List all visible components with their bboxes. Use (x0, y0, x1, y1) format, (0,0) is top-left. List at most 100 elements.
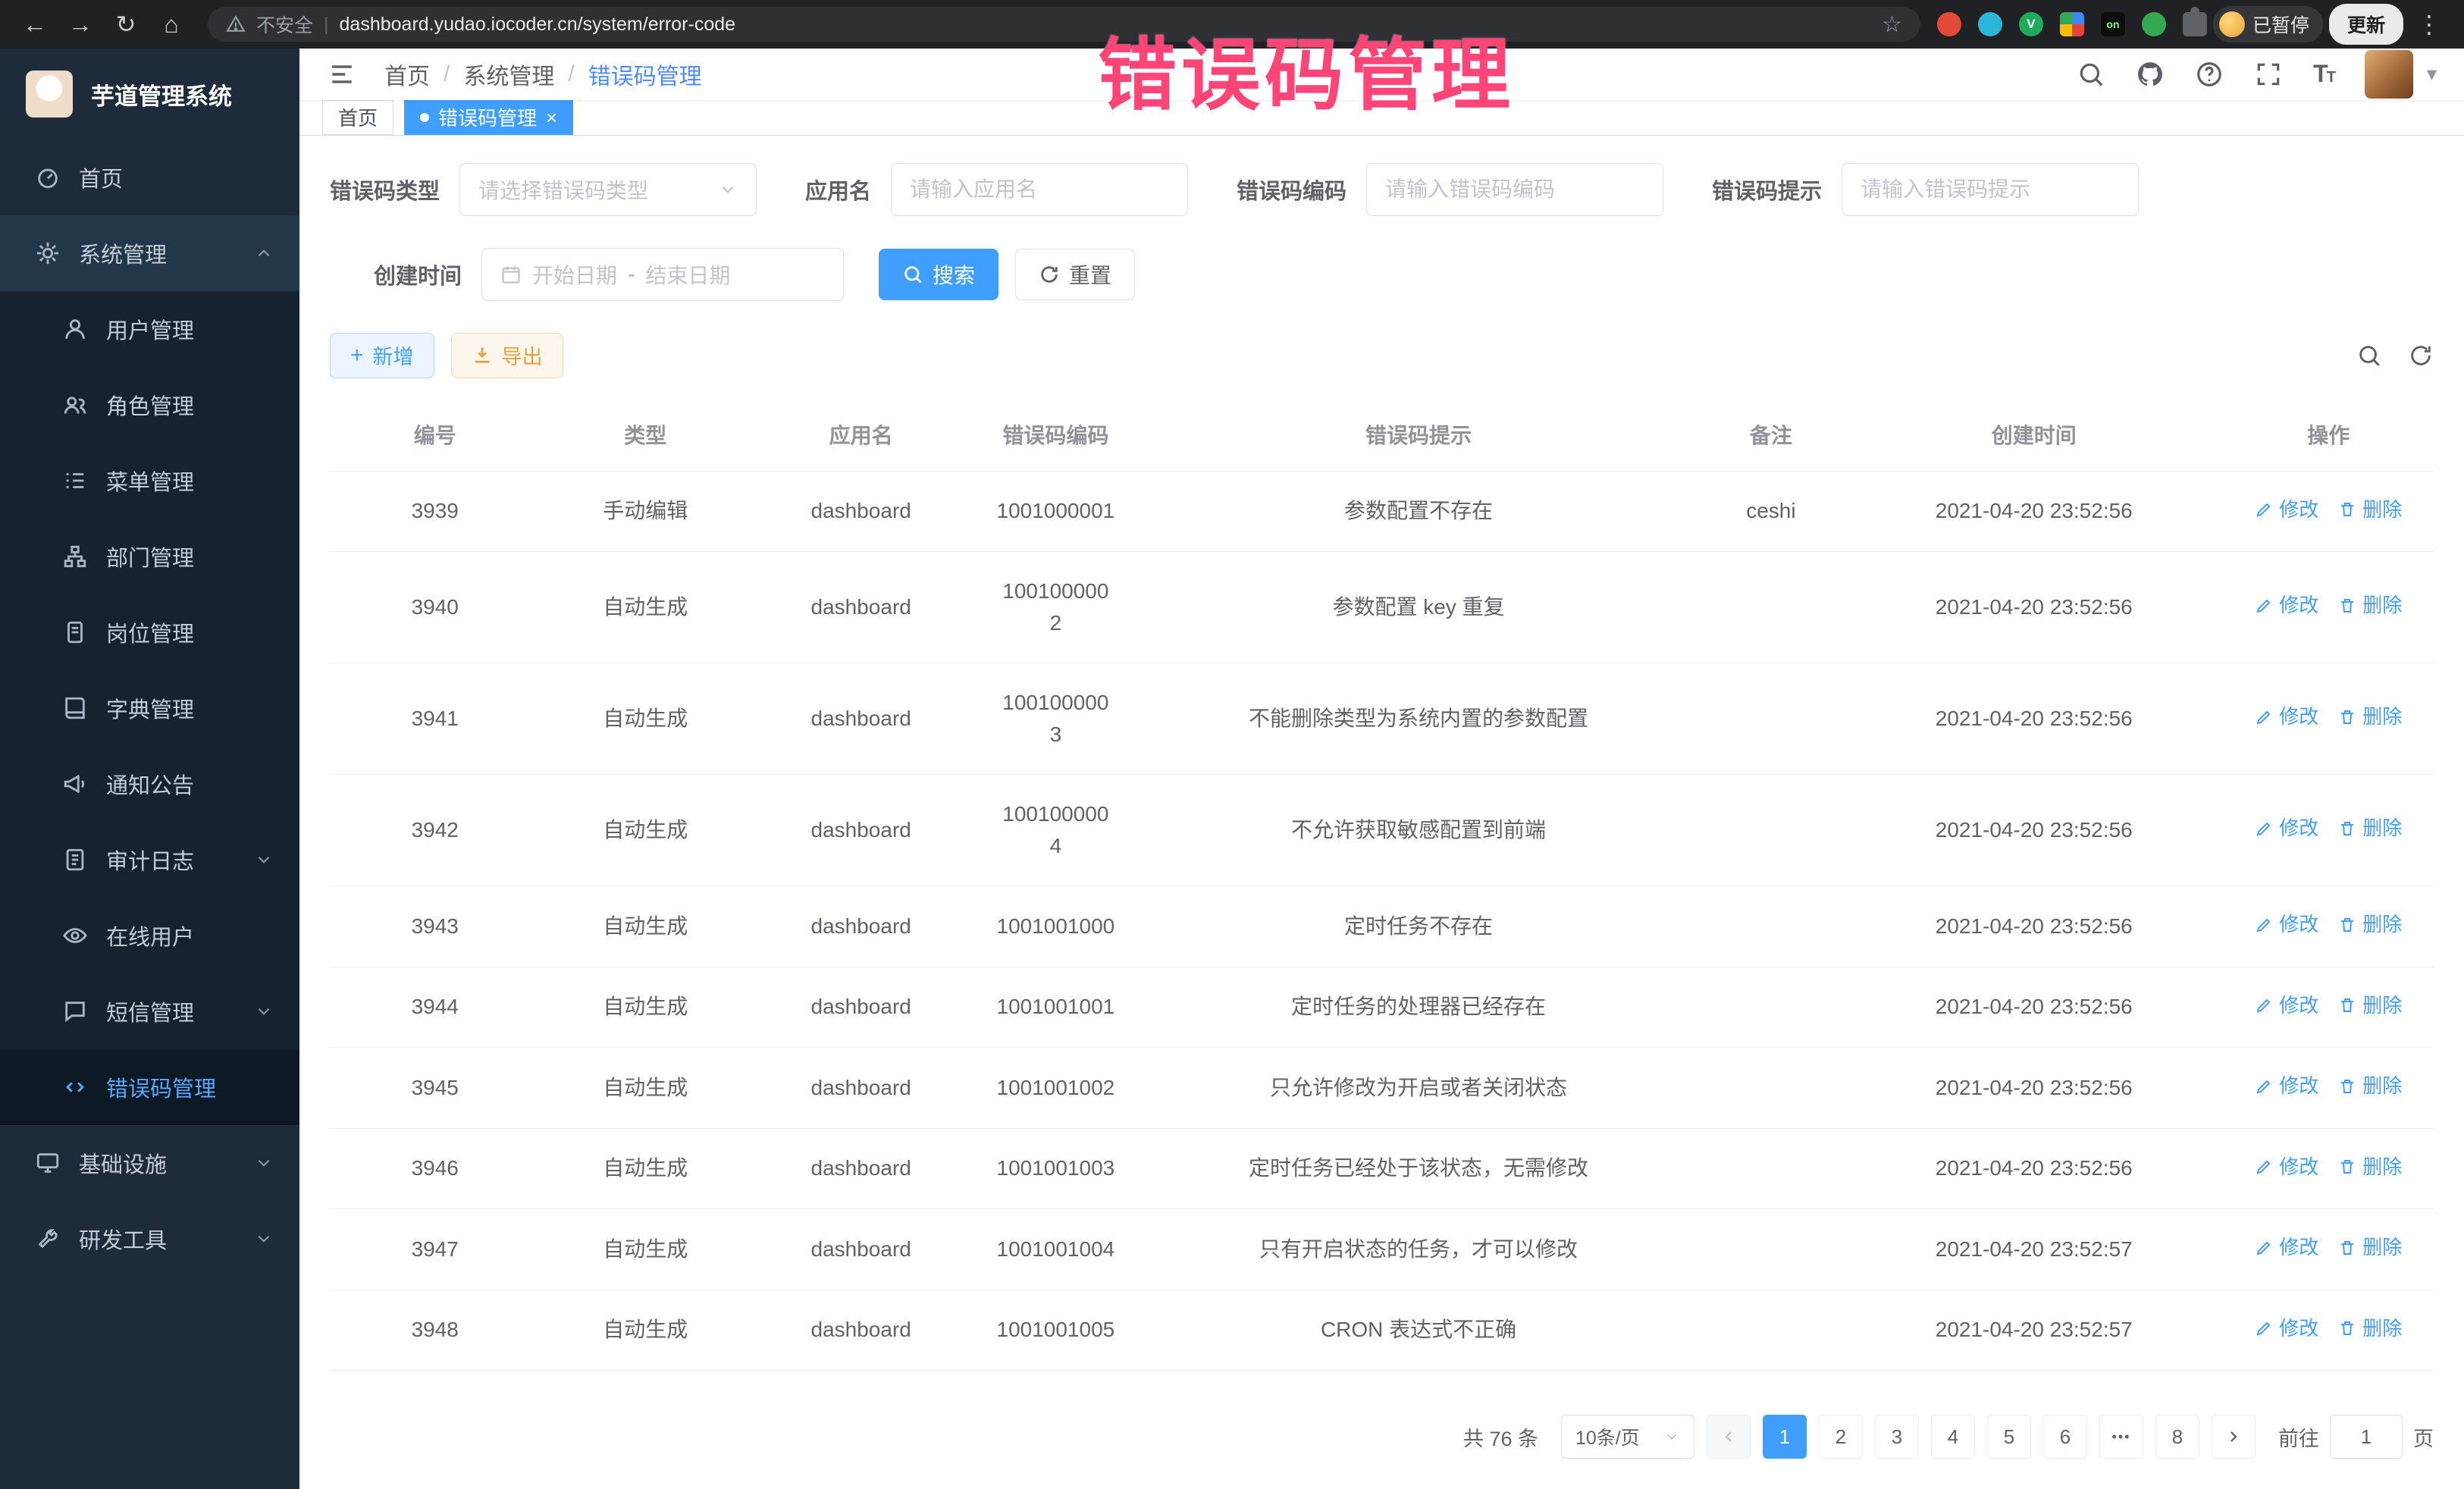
browser-profile-chip[interactable]: 已暂停 (2213, 6, 2323, 42)
trash-icon (2338, 820, 2356, 838)
sidebar-item-dev-tools[interactable]: 研发工具 (0, 1201, 299, 1277)
page-button-2[interactable]: 2 (1819, 1415, 1863, 1459)
download-icon (472, 345, 493, 366)
browser-menu-icon[interactable]: ⋮ (2409, 10, 2449, 39)
extension-icon[interactable] (2142, 12, 2166, 36)
sidebar-item-dictionary[interactable]: 字典管理 (0, 670, 299, 746)
sidebar-item-menus[interactable]: 菜单管理 (0, 443, 299, 519)
tab-close-icon[interactable]: × (546, 108, 557, 127)
github-icon[interactable] (2136, 60, 2165, 89)
sidebar-item-audit-log[interactable]: 审计日志 (0, 822, 299, 898)
sidebar-item-error-code[interactable]: 错误码管理 (0, 1049, 299, 1125)
audit-log-icon (62, 847, 88, 873)
next-page-button[interactable] (2212, 1415, 2256, 1459)
chevron-down-icon (254, 1153, 274, 1173)
pagination-total: 共 76 条 (1463, 1422, 1538, 1452)
page-button-5[interactable]: 5 (1987, 1415, 2031, 1459)
omnibox-divider: | (324, 14, 329, 36)
sidebar-item-posts[interactable]: 岗位管理 (0, 594, 299, 670)
breadcrumb-home[interactable]: 首页 (384, 58, 430, 91)
page-button-3[interactable]: 3 (1875, 1415, 1919, 1459)
home-icon[interactable]: ⌂ (152, 5, 191, 44)
fullscreen-icon[interactable] (2254, 60, 2283, 89)
avatar-caret-down-icon[interactable]: ▾ (2427, 62, 2437, 86)
help-icon[interactable] (2195, 60, 2224, 89)
prev-page-button[interactable] (1707, 1415, 1751, 1459)
error-type-select[interactable]: 请选择错误码类型 (459, 163, 757, 216)
refresh-icon[interactable] (2408, 343, 2434, 368)
edit-link[interactable]: 修改 (2255, 1314, 2318, 1343)
user-avatar[interactable] (2365, 50, 2413, 99)
extension-icon[interactable] (1937, 12, 1961, 36)
sidebar-collapse-icon[interactable] (327, 61, 357, 87)
page-size-select[interactable]: 10条/页 (1561, 1415, 1694, 1459)
bookmark-star-icon[interactable]: ☆ (1882, 11, 1902, 38)
extensions-puzzle-icon[interactable] (2183, 12, 2207, 36)
sidebar-item-system[interactable]: 系统管理 (0, 215, 299, 291)
delete-link[interactable]: 删除 (2338, 1071, 2402, 1101)
extension-on-badge[interactable]: on (2101, 12, 2125, 36)
delete-link[interactable]: 删除 (2338, 1233, 2402, 1262)
sidebar-item-notice[interactable]: 通知公告 (0, 746, 299, 822)
sidebar-item-online-users[interactable]: 在线用户 (0, 898, 299, 973)
sidebar-item-departments[interactable]: 部门管理 (0, 519, 299, 594)
edit-link[interactable]: 修改 (2255, 1233, 2318, 1262)
sidebar-item-users[interactable]: 用户管理 (0, 291, 299, 367)
delete-link[interactable]: 删除 (2338, 591, 2402, 620)
sidebar-item-roles[interactable]: 角色管理 (0, 367, 299, 443)
reload-icon[interactable]: ↻ (106, 5, 146, 44)
delete-link[interactable]: 删除 (2338, 991, 2402, 1020)
edit-link[interactable]: 修改 (2255, 813, 2318, 843)
sidebar-item-sms[interactable]: 短信管理 (0, 973, 299, 1049)
edit-link[interactable]: 修改 (2255, 591, 2318, 620)
edit-link[interactable]: 修改 (2255, 702, 2318, 732)
add-button[interactable]: + 新增 (330, 333, 434, 378)
filter-app-name: 应用名 (805, 163, 1188, 216)
reset-button[interactable]: 重置 (1015, 249, 1135, 300)
sidebar-logo[interactable]: 芋道管理系统 (0, 49, 299, 139)
page-more-button[interactable]: ••• (2099, 1415, 2143, 1459)
delete-link[interactable]: 删除 (2338, 813, 2402, 843)
back-icon[interactable]: ← (15, 5, 55, 44)
edit-link[interactable]: 修改 (2255, 495, 2318, 525)
extension-icon[interactable] (2060, 12, 2084, 36)
browser-update-button[interactable]: 更新 (2329, 4, 2403, 45)
address-bar[interactable]: 不安全 | dashboard.yudao.iocoder.cn/system/… (208, 7, 1920, 42)
filter-error-code: 错误码编码 (1237, 163, 1663, 216)
goto-page-input[interactable] (2330, 1415, 2403, 1459)
delete-link[interactable]: 删除 (2338, 702, 2402, 732)
page-button-8[interactable]: 8 (2155, 1415, 2199, 1459)
tab-error-code[interactable]: 错误码管理 × (404, 100, 573, 135)
edit-link[interactable]: 修改 (2255, 1071, 2318, 1101)
delete-link[interactable]: 删除 (2338, 495, 2402, 525)
date-range-picker[interactable]: 开始日期 - 结束日期 (481, 248, 844, 301)
extension-icon[interactable]: V (2019, 12, 2043, 36)
chevron-right-icon (2224, 1428, 2243, 1446)
sidebar-item-home[interactable]: 首页 (0, 139, 299, 215)
page-button-4[interactable]: 4 (1931, 1415, 1975, 1459)
search-button[interactable]: 搜索 (879, 249, 998, 300)
page-button-1[interactable]: 1 (1763, 1415, 1807, 1459)
edit-pencil-icon (2255, 1239, 2273, 1257)
forward-icon[interactable]: → (61, 5, 100, 44)
search-icon[interactable] (2077, 60, 2105, 89)
breadcrumb-parent[interactable]: 系统管理 (463, 58, 554, 91)
delete-link[interactable]: 删除 (2338, 1152, 2402, 1182)
font-size-icon[interactable]: TT (2313, 60, 2334, 88)
calendar-icon (500, 264, 522, 285)
error-hint-input[interactable] (1861, 164, 2120, 215)
edit-link[interactable]: 修改 (2255, 1152, 2318, 1182)
error-code-input[interactable] (1385, 164, 1644, 215)
edit-link[interactable]: 修改 (2255, 910, 2318, 939)
edit-link[interactable]: 修改 (2255, 991, 2318, 1020)
sidebar-item-infrastructure[interactable]: 基础设施 (0, 1125, 299, 1201)
extension-icon[interactable] (1978, 12, 2002, 36)
app-name-input[interactable] (910, 164, 1169, 215)
logo-image (26, 71, 73, 118)
export-button[interactable]: 导出 (451, 333, 563, 378)
toggle-search-icon[interactable] (2356, 343, 2382, 368)
tab-home[interactable]: 首页 (322, 100, 393, 135)
delete-link[interactable]: 删除 (2338, 1314, 2402, 1343)
delete-link[interactable]: 删除 (2338, 910, 2402, 939)
page-button-6[interactable]: 6 (2043, 1415, 2087, 1459)
